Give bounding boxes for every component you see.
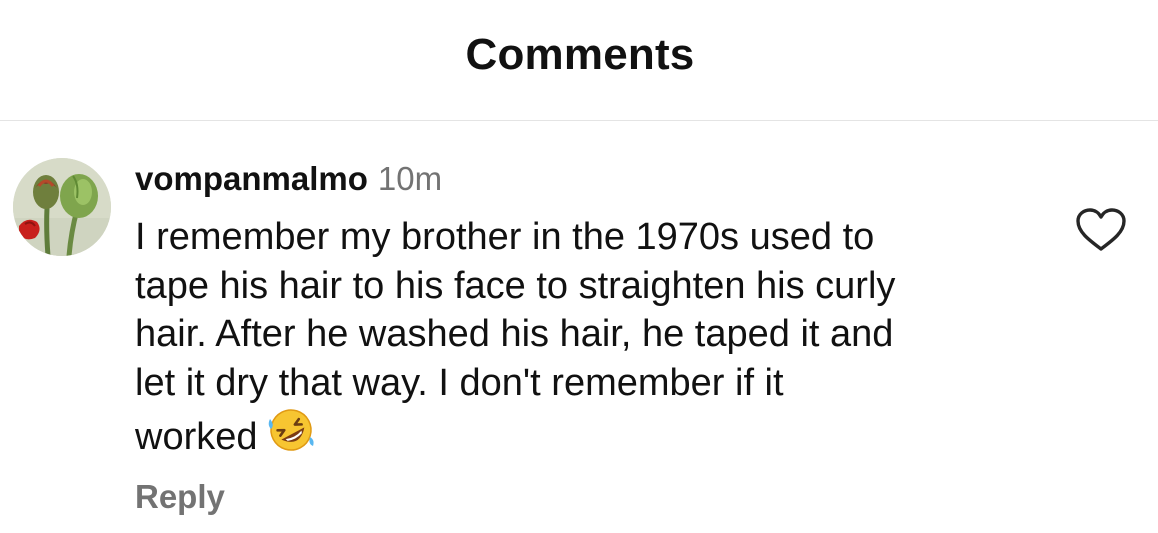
comment-line: let it dry that way. I don't remember if… <box>135 361 784 404</box>
comment-meta: vompanmalmo 10m <box>135 160 442 206</box>
comment-line-last: worked <box>135 407 1035 462</box>
avatar-image <box>13 158 111 256</box>
reply-button[interactable]: Reply <box>135 478 225 516</box>
rolling-laughing-emoji-icon <box>268 409 314 451</box>
comment-line: worked <box>135 416 258 458</box>
comment-line: tape his hair to his face to straighten … <box>135 264 896 307</box>
heart-outline-icon[interactable] <box>1075 207 1127 253</box>
timestamp: 10m <box>377 160 443 197</box>
comment-text: I remember my brother in the 1970s used … <box>135 213 1035 462</box>
comment-line: I remember my brother in the 1970s used … <box>135 216 875 258</box>
page-title: Comments <box>465 30 695 79</box>
username[interactable]: vompanmalmo <box>135 160 368 198</box>
comments-header: Comments <box>0 0 1158 121</box>
avatar[interactable] <box>13 158 111 256</box>
comment-line: hair. After he washed his hair, he taped… <box>135 313 894 355</box>
